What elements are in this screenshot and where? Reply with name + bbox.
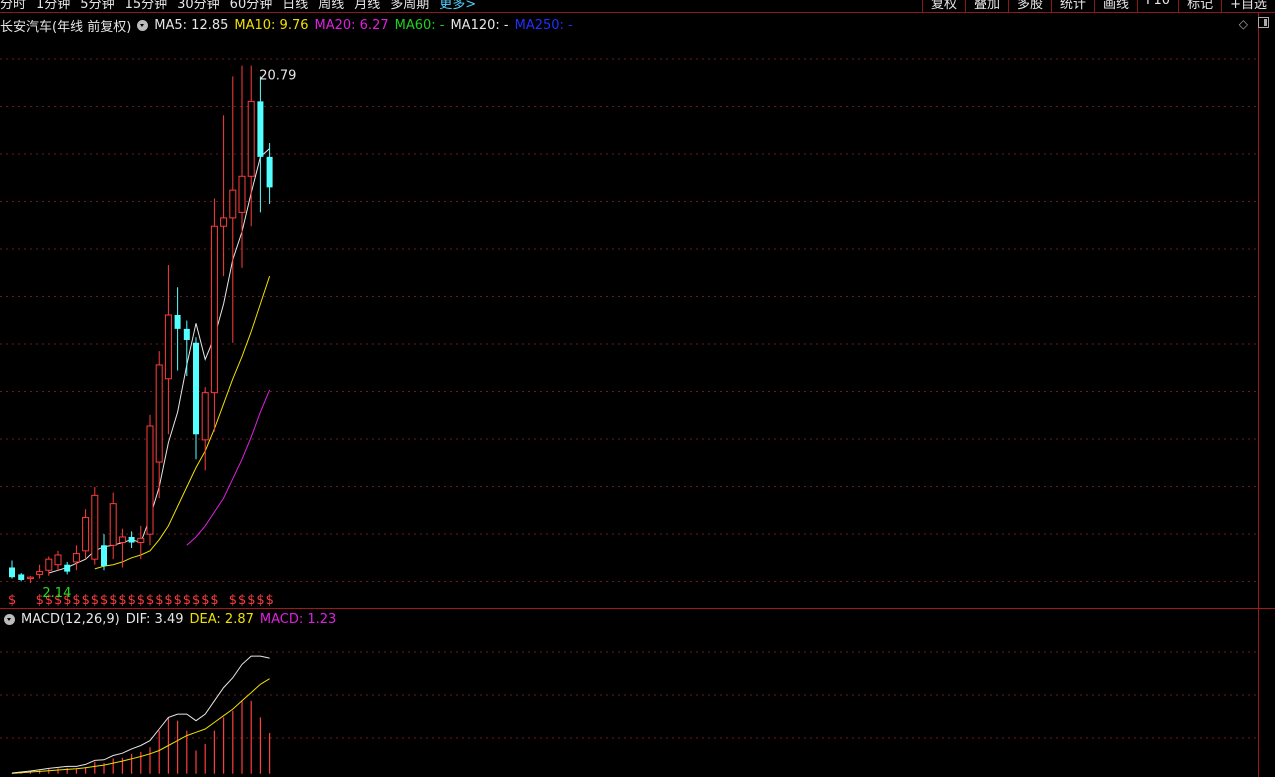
- ma20-line: [186, 389, 271, 546]
- candle: [164, 265, 172, 435]
- candle: [220, 115, 228, 277]
- candles: [9, 65, 273, 584]
- buy-signal-mark: $: [72, 593, 80, 608]
- candle: [174, 287, 181, 371]
- candle-body: [101, 545, 107, 567]
- candle-body: [247, 100, 255, 177]
- candle-body: [229, 189, 237, 219]
- chart-title: 长安汽车(年线 前复权): [0, 20, 132, 35]
- candle-body: [210, 225, 218, 394]
- candle-body: [174, 315, 181, 329]
- buy-signal-mark: $: [247, 593, 255, 608]
- candle: [36, 564, 44, 579]
- dif-label: DIF: 3.49: [125, 612, 184, 627]
- candle: [101, 534, 107, 571]
- buy-signal-mark: $: [137, 593, 145, 608]
- candle: [109, 492, 117, 560]
- buy-signal-mark: $: [266, 593, 274, 608]
- candle: [64, 561, 71, 575]
- candle: [18, 573, 25, 582]
- panel-toggle-icon[interactable]: [1258, 17, 1269, 28]
- buy-signal-mark: $: [109, 593, 117, 608]
- candle-body: [146, 425, 154, 535]
- dea-label: DEA: 2.87: [189, 612, 254, 627]
- candle-body: [72, 553, 80, 563]
- candle: [266, 142, 273, 205]
- candle-body: [18, 574, 25, 580]
- candle: [26, 575, 34, 584]
- ma250-label: MA250: -: [514, 18, 573, 33]
- indicator-dropdown-icon[interactable]: [4, 614, 15, 625]
- candle-body: [137, 537, 145, 544]
- buy-signal-mark: $: [128, 593, 136, 608]
- buy-signal-mark: $: [8, 593, 16, 608]
- candle-body: [193, 342, 199, 435]
- grid-lines: [0, 12, 1275, 777]
- candle-body: [201, 392, 209, 441]
- candle-body: [164, 314, 172, 380]
- buy-signal-mark: $: [91, 593, 99, 608]
- candle-body: [257, 101, 264, 157]
- buy-signal-mark: $: [210, 593, 218, 608]
- buy-signal-mark: $: [229, 593, 237, 608]
- candle-body: [266, 156, 273, 188]
- candle: [54, 550, 62, 571]
- macd-panel: [11, 655, 271, 774]
- buy-signal-mark: $: [174, 593, 182, 608]
- candle-body: [220, 217, 228, 227]
- candle: [229, 76, 237, 343]
- ma20-label: MA20: 6.27: [314, 18, 389, 33]
- candle-body: [238, 175, 246, 213]
- ma10-line: [94, 276, 271, 570]
- candle-body: [118, 536, 126, 544]
- candle-body: [36, 571, 44, 575]
- ma5-label: MA5: 12.85: [154, 18, 229, 33]
- buy-signal-mark: $: [146, 593, 154, 608]
- candle: [82, 509, 90, 560]
- candle: [72, 545, 80, 571]
- buy-signal-mark: $: [256, 593, 264, 608]
- candle: [183, 320, 190, 377]
- buy-signal-mark: $: [100, 593, 108, 608]
- ma60-label: MA60: -: [394, 18, 445, 33]
- candle-body: [128, 536, 135, 543]
- candle-body: [183, 328, 190, 340]
- high-price-label: 20.79: [259, 69, 296, 84]
- low-price-label: 2.14: [42, 586, 71, 601]
- candle-body: [82, 517, 90, 552]
- candle: [193, 337, 199, 460]
- buy-signal-mark: $: [155, 593, 163, 608]
- chart-corner-tools: ◇: [1239, 17, 1269, 31]
- buy-signal-mark: $: [183, 593, 191, 608]
- macd-value-label: MACD: 1.23: [259, 612, 337, 627]
- buy-signal-mark: $: [238, 593, 246, 608]
- candle-body: [91, 494, 99, 560]
- candle-body: [9, 567, 15, 578]
- candle-body: [26, 576, 34, 580]
- buy-signal-mark: $: [164, 593, 172, 608]
- buy-signal-mark: $: [192, 593, 200, 608]
- candle: [201, 387, 209, 471]
- candle: [210, 198, 218, 432]
- candle: [146, 414, 154, 546]
- ma120-label: MA120: -: [450, 18, 509, 33]
- candle: [257, 76, 264, 213]
- kline-chart[interactable]: $ $ $ $ $ $ $ $ $ $ $ $ $ $ $ $ $ $ $ $ $ $ $ $ $ $ 20.79 2.14: [0, 0, 1275, 777]
- ma-legend: 长安汽车(年线 前复权) MA5: 12.85 MA10: 9.76 MA20:…: [0, 16, 573, 35]
- candle: [91, 487, 99, 565]
- candle-body: [54, 554, 62, 566]
- buy-signal-mark: $: [118, 593, 126, 608]
- dropdown-circle-icon[interactable]: [137, 20, 149, 31]
- candle-body: [155, 364, 163, 463]
- buy-signal-mark: $: [82, 593, 90, 608]
- candle-body: [64, 564, 71, 572]
- candle-body: [45, 558, 53, 571]
- ma10-label: MA10: 9.76: [234, 18, 309, 33]
- candle: [9, 560, 15, 579]
- macd-name: MACD(12,26,9): [21, 612, 120, 627]
- candle-body: [109, 503, 117, 546]
- buy-signal-mark: $: [201, 593, 209, 608]
- macd-legend: MACD(12,26,9) DIF: 3.49 DEA: 2.87 MACD: …: [4, 612, 336, 627]
- diamond-icon[interactable]: ◇: [1239, 17, 1248, 31]
